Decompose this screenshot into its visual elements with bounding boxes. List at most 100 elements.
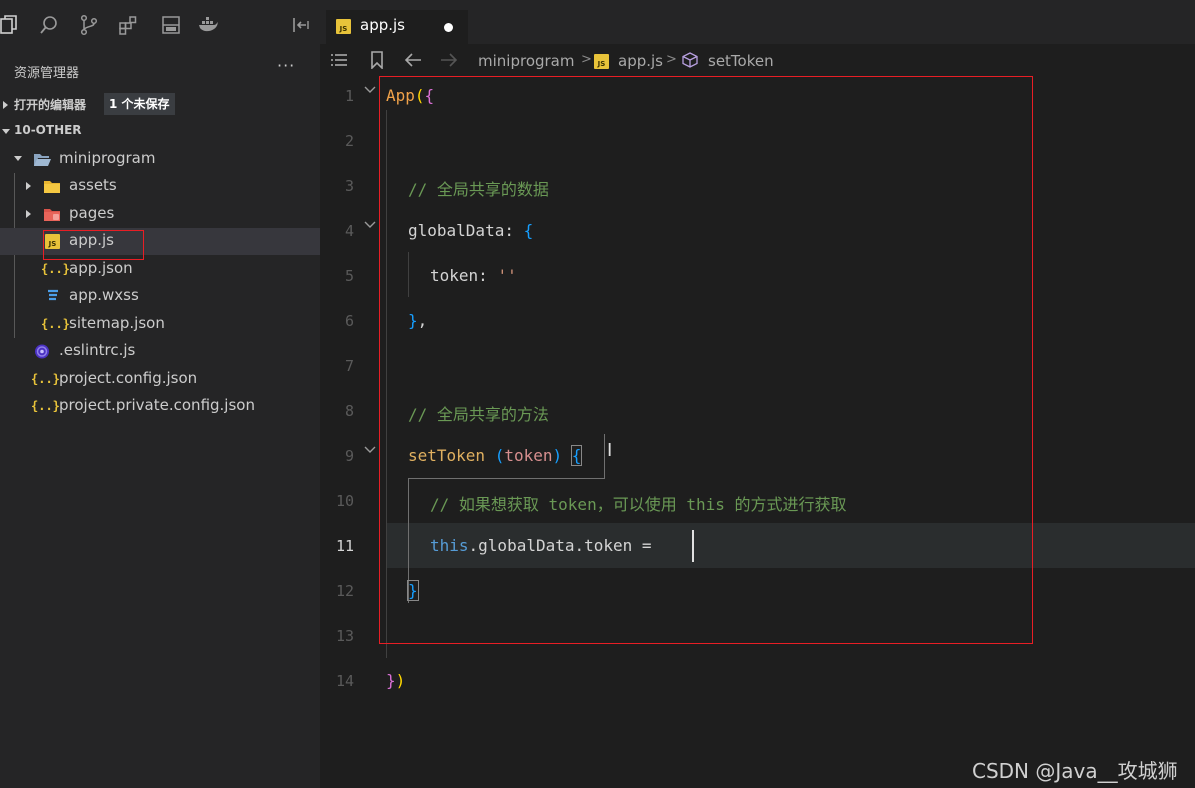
- line-number: 8: [344, 402, 354, 420]
- open-editors-section[interactable]: 打开的编辑器 1 个未保存: [0, 92, 320, 118]
- outline-list-icon[interactable]: [330, 52, 348, 72]
- code-line-11: this.globalData.token =: [430, 536, 652, 555]
- bracket-guide: [604, 434, 605, 478]
- breadcrumb-symbol[interactable]: setToken: [708, 52, 774, 70]
- breadcrumb-file[interactable]: app.js: [618, 52, 663, 70]
- line-number: 13: [335, 627, 354, 645]
- tree-folder-pages[interactable]: pages: [0, 201, 320, 228]
- tree-folder-assets[interactable]: assets: [0, 173, 320, 200]
- code-editor[interactable]: 1 2 3 4 5 6 7 8 9 10 11 12 13 14 App({ /…: [320, 76, 1195, 788]
- code-line-14: }): [386, 671, 406, 690]
- bracket-guide: [408, 478, 605, 479]
- line-number: 5: [344, 267, 354, 285]
- line-number: 12: [335, 582, 354, 600]
- workspace-section[interactable]: 10-OTHER: [0, 119, 320, 145]
- chevron-down-icon: [14, 156, 22, 161]
- watermark: CSDN @Java__攻城狮: [972, 759, 1178, 783]
- fold-chevron-icon[interactable]: [364, 440, 376, 453]
- js-file-icon: JS: [336, 19, 351, 34]
- sidebar-header: 资源管理器 ···: [0, 56, 320, 86]
- tree-file-sitemap-json[interactable]: {..} sitemap.json: [0, 311, 320, 338]
- chevron-down-icon: [2, 129, 10, 134]
- chevron-right-icon: [3, 101, 8, 109]
- tab-app-js[interactable]: JS app.js: [326, 10, 468, 44]
- folder-icon: [43, 178, 61, 195]
- code-line-5: token: '': [430, 266, 517, 285]
- activity-toolbar: [0, 0, 320, 56]
- collapse-panel-icon[interactable]: [289, 14, 311, 36]
- forward-arrow-icon[interactable]: [440, 52, 458, 72]
- tree-label: sitemap.json: [69, 314, 165, 332]
- tree-file-project-private-config[interactable]: {..} project.private.config.json: [0, 393, 320, 420]
- folder-pages-icon: [43, 206, 61, 223]
- line-number: 14: [335, 672, 354, 690]
- tab-label: app.js: [360, 16, 405, 34]
- indent-guide: [408, 252, 409, 297]
- code-line-4: globalData: {: [408, 221, 534, 240]
- code-line-8: // 全局共享的方法: [408, 405, 549, 424]
- source-control-icon[interactable]: [78, 14, 100, 36]
- tree-label: .eslintrc.js: [59, 341, 136, 359]
- json-file-icon: {..}: [41, 262, 70, 276]
- css-file-icon: [45, 288, 63, 305]
- tree-label: project.config.json: [59, 369, 198, 387]
- line-number: 6: [344, 312, 354, 330]
- code-line-1: App({: [386, 86, 435, 105]
- tree-label: project.private.config.json: [59, 396, 255, 414]
- code-line-12: }: [407, 580, 419, 601]
- chevron-right-icon: [26, 210, 31, 218]
- tree-file-app-wxss[interactable]: app.wxss: [0, 283, 320, 310]
- fold-chevron-icon[interactable]: [364, 215, 376, 228]
- folder-open-icon: [33, 151, 51, 168]
- explorer-sidebar: 资源管理器 ··· 打开的编辑器 1 个未保存 10-OTHER minipro…: [0, 56, 320, 788]
- line-number: 4: [344, 222, 354, 240]
- chevron-right-icon: >: [581, 52, 592, 67]
- tree-label: app.js: [69, 231, 114, 249]
- js-file-icon: JS: [45, 234, 63, 251]
- eslint-file-icon: [33, 343, 51, 360]
- json-file-icon: {..}: [41, 317, 70, 331]
- line-number: 1: [344, 87, 354, 105]
- breadcrumb-folder[interactable]: miniprogram: [478, 52, 574, 70]
- cube-icon: [682, 52, 698, 72]
- tree-folder-miniprogram[interactable]: miniprogram: [0, 146, 320, 173]
- tree-file-eslintrc[interactable]: .eslintrc.js: [0, 338, 320, 365]
- extensions-icon[interactable]: [117, 14, 139, 36]
- unsaved-badge: 1 个未保存: [104, 93, 175, 115]
- sidebar-title: 资源管理器: [14, 66, 80, 81]
- explorer-icon[interactable]: [0, 14, 20, 36]
- back-arrow-icon[interactable]: [404, 52, 422, 72]
- search-icon[interactable]: [38, 14, 60, 36]
- breadcrumb: miniprogram > JS app.js > setToken: [320, 44, 1195, 76]
- chevron-right-icon: [26, 182, 31, 190]
- json-file-icon: {..}: [31, 399, 60, 413]
- ibeam-cursor-icon: I: [607, 440, 613, 461]
- tree-label: app.json: [69, 259, 133, 277]
- editor-tabbar: JS app.js: [320, 0, 1195, 44]
- js-file-icon: JS: [594, 54, 609, 69]
- tree-file-project-config[interactable]: {..} project.config.json: [0, 366, 320, 393]
- panel-icon[interactable]: [160, 14, 182, 36]
- tree-label: assets: [69, 176, 117, 194]
- bookmark-icon[interactable]: [370, 51, 384, 73]
- fold-chevron-icon[interactable]: [364, 80, 376, 93]
- indent-guide: [386, 110, 387, 658]
- line-number: 3: [344, 177, 354, 195]
- code-line-3: // 全局共享的数据: [408, 180, 549, 199]
- open-editors-label: 打开的编辑器: [14, 98, 87, 112]
- code-line-6: },: [408, 311, 428, 330]
- tree-label: miniprogram: [59, 149, 156, 167]
- more-actions-icon[interactable]: ···: [277, 56, 295, 75]
- workspace-label: 10-OTHER: [14, 123, 82, 137]
- line-number-active: 11: [335, 537, 354, 555]
- tree-file-app-json[interactable]: {..} app.json: [0, 256, 320, 283]
- line-number: 2: [344, 132, 354, 150]
- docker-icon[interactable]: [197, 14, 219, 36]
- tree-file-app-js[interactable]: JS app.js: [0, 228, 320, 255]
- code-line-9: setToken (token) {: [408, 445, 583, 466]
- unsaved-dot-icon[interactable]: [444, 23, 453, 32]
- tree-label: app.wxss: [69, 286, 139, 304]
- json-file-icon: {..}: [31, 372, 60, 386]
- line-number: 10: [335, 492, 354, 510]
- code-line-10: // 如果想获取 token，可以使用 this 的方式进行获取: [430, 495, 847, 514]
